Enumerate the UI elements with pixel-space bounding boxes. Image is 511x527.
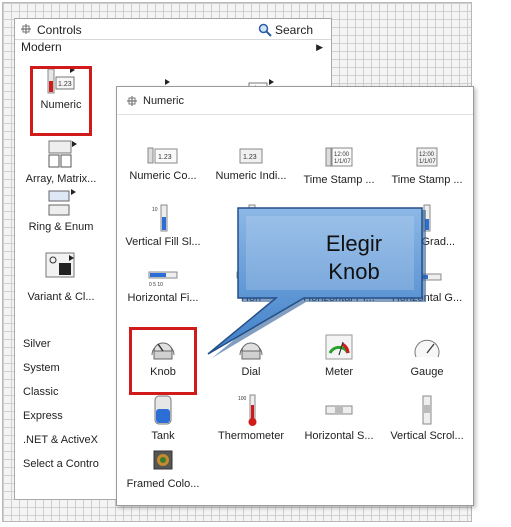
numeric-control-label: Numeric Co... bbox=[129, 170, 197, 182]
numeric-indicator-item[interactable]: 1.23 Numeric Indi... bbox=[207, 145, 295, 182]
search-label: Search bbox=[275, 22, 314, 37]
gauge-icon bbox=[414, 339, 440, 358]
category-dotnet-activex[interactable]: .NET & ActiveX bbox=[19, 428, 119, 452]
gauge-label: Gauge bbox=[410, 366, 444, 378]
horizontal-fill-slide-icon: 0 5 10 bbox=[148, 271, 178, 288]
horizontal-fill-slide-item[interactable]: 0 5 10 Horizontal Fi... bbox=[119, 267, 207, 304]
tank-item[interactable]: Tank bbox=[119, 393, 207, 442]
category-express[interactable]: Express bbox=[19, 404, 119, 428]
modern-section-header[interactable]: Modern ▶ bbox=[15, 39, 331, 55]
vertical-scrollbar-item[interactable]: Vertical Scrol... bbox=[383, 393, 471, 442]
timestamp-control-icon: 12:00 1/1/07 bbox=[325, 147, 353, 167]
chevron-right-icon: ▶ bbox=[316, 42, 323, 52]
vertical-scrollbar-icon bbox=[422, 395, 432, 425]
dial-label: Dial bbox=[241, 366, 261, 378]
thermometer-icon: 100 bbox=[238, 394, 257, 426]
category-classic[interactable]: Classic bbox=[19, 380, 119, 404]
svg-text:1.23: 1.23 bbox=[158, 154, 172, 161]
category-array-label: Array, Matrix... bbox=[25, 173, 97, 185]
framed-color-box-item[interactable]: Framed Colo... bbox=[119, 449, 207, 490]
modern-section-label: Modern bbox=[21, 40, 62, 54]
pin-icon[interactable] bbox=[125, 95, 139, 107]
category-variant-label: Variant & Cl... bbox=[27, 291, 95, 303]
svg-text:1.23: 1.23 bbox=[243, 154, 257, 161]
timestamp-control-item[interactable]: 12:00 1/1/07 Time Stamp ... bbox=[295, 145, 383, 186]
category-system[interactable]: System bbox=[19, 356, 119, 380]
pin-icon[interactable] bbox=[19, 23, 33, 36]
controls-title: Controls bbox=[37, 23, 82, 37]
meter-item[interactable]: Meter bbox=[295, 331, 383, 378]
numeric-indicator-icon: 1.23 bbox=[239, 148, 263, 164]
timestamp-indicator-item[interactable]: 12:00 1/1/07 Time Stamp ... bbox=[383, 145, 471, 186]
category-array-matrix[interactable]: Array, Matrix... bbox=[19, 139, 103, 185]
callout-line-2: Knob bbox=[328, 259, 380, 284]
gauge-item[interactable]: Gauge bbox=[383, 331, 471, 378]
horizontal-scrollbar-item[interactable]: Horizontal S... bbox=[295, 393, 383, 442]
category-ring-enum[interactable]: Ring & Enum bbox=[19, 187, 103, 233]
variant-class-icon bbox=[45, 252, 75, 278]
vertical-scrollbar-label: Vertical Scrol... bbox=[390, 430, 464, 442]
meter-label: Meter bbox=[324, 366, 354, 378]
callout-text: Elegir Knob bbox=[236, 208, 432, 308]
numeric-indicator-label: Numeric Indi... bbox=[215, 170, 287, 182]
search-icon bbox=[258, 23, 272, 37]
numeric-control-item[interactable]: 1.23 Numeric Co... bbox=[119, 145, 207, 182]
svg-text:1/1/07: 1/1/07 bbox=[334, 159, 351, 165]
callout-line-1: Elegir bbox=[325, 231, 383, 256]
vertical-fill-slide-item[interactable]: 10 Vertical Fill Sl... bbox=[119, 203, 207, 248]
thermometer-label: Thermometer bbox=[217, 430, 285, 442]
vertical-fill-slide-icon: 10 bbox=[152, 204, 168, 232]
category-select-control[interactable]: Select a Contro bbox=[19, 452, 119, 476]
svg-text:100: 100 bbox=[238, 396, 247, 402]
dial-item[interactable]: Dial bbox=[207, 331, 295, 378]
tank-icon bbox=[154, 395, 172, 425]
tank-label: Tank bbox=[151, 430, 175, 442]
ring-enum-icon bbox=[48, 189, 76, 216]
instruction-callout: Elegir Knob bbox=[207, 207, 432, 358]
horizontal-scrollbar-icon bbox=[325, 405, 353, 415]
timestamp-indicator-icon: 12:00 1/1/07 bbox=[416, 147, 438, 167]
horizontal-scrollbar-label: Horizontal S... bbox=[304, 430, 374, 442]
numeric-palette-title: Numeric bbox=[143, 95, 184, 107]
numeric-selection-highlight bbox=[30, 66, 92, 136]
framed-color-box-icon bbox=[153, 450, 173, 470]
category-silver[interactable]: Silver bbox=[19, 332, 119, 356]
meter-icon bbox=[325, 334, 353, 360]
array-matrix-icon bbox=[48, 140, 77, 168]
framed-color-box-label: Framed Colo... bbox=[126, 478, 200, 490]
svg-text:0 5 10: 0 5 10 bbox=[149, 282, 163, 288]
category-list: Silver System Classic Express .NET & Act… bbox=[19, 332, 119, 476]
numeric-control-icon: 1.23 bbox=[147, 147, 178, 164]
knob-selection-highlight bbox=[129, 327, 197, 395]
thermometer-item[interactable]: 100 Thermometer bbox=[207, 393, 295, 442]
category-variant-class[interactable]: Variant & Cl... bbox=[19, 251, 103, 303]
category-ring-label: Ring & Enum bbox=[28, 221, 94, 233]
svg-text:12:00: 12:00 bbox=[334, 152, 350, 158]
timestamp-control-label: Time Stamp ... bbox=[303, 174, 375, 186]
svg-text:10: 10 bbox=[152, 207, 158, 213]
svg-text:1/1/07: 1/1/07 bbox=[419, 159, 436, 165]
horizontal-fill-slide-label: Horizontal Fi... bbox=[127, 292, 199, 304]
vertical-fill-slide-label: Vertical Fill Sl... bbox=[125, 236, 201, 248]
timestamp-indicator-label: Time Stamp ... bbox=[391, 174, 463, 186]
svg-text:12:00: 12:00 bbox=[419, 152, 435, 158]
search-button[interactable]: Search bbox=[258, 21, 313, 38]
numeric-palette-header: Numeric bbox=[117, 87, 473, 115]
